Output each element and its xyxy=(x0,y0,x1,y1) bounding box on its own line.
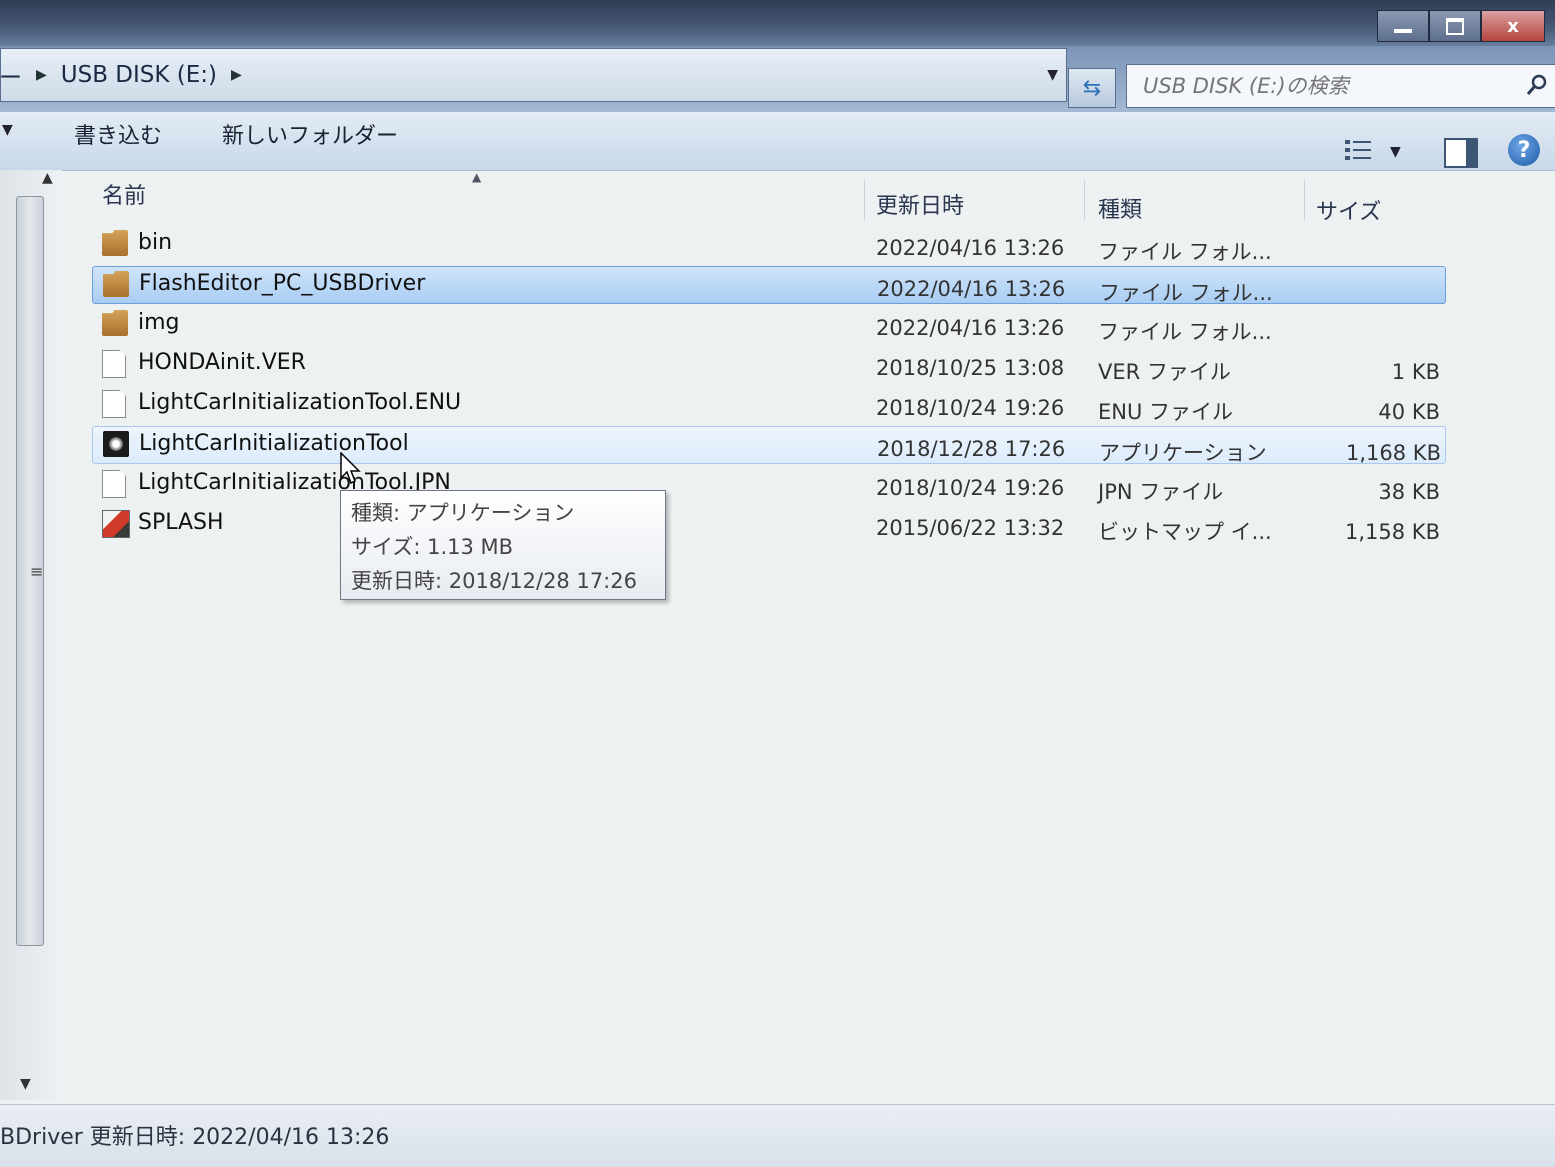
column-divider[interactable] xyxy=(1304,180,1305,220)
organize-dropdown-icon[interactable]: ▼ xyxy=(2,122,13,138)
help-icon[interactable]: ? xyxy=(1508,134,1540,166)
file-name: LightCarInitializationTool xyxy=(139,431,409,456)
file-date: 2018/10/25 13:08 xyxy=(876,356,1065,380)
sort-ascending-icon: ▲ xyxy=(472,170,482,184)
tooltip-date: 更新日時: 2018/12/28 17:26 xyxy=(351,569,637,593)
file-size: 1 KB xyxy=(1391,360,1440,384)
file-type: ファイル フォル... xyxy=(1098,240,1272,264)
vertical-scrollbar[interactable]: ▲ ≡ ▼ xyxy=(0,170,62,1100)
file-date: 2022/04/16 13:26 xyxy=(877,277,1066,301)
file-icon xyxy=(102,390,126,418)
file-size: 40 KB xyxy=(1378,400,1440,424)
minimize-button[interactable] xyxy=(1377,10,1429,42)
file-icon xyxy=(102,470,126,498)
address-bar[interactable]: ー ▶ USB DISK (E:) ▶ ▼ xyxy=(0,48,1067,102)
file-row-img[interactable]: img 2022/04/16 13:26 ファイル フォル... xyxy=(92,306,1444,344)
column-header-name[interactable]: 名前 xyxy=(102,178,146,210)
refresh-button[interactable]: ⇆ xyxy=(1068,68,1116,108)
application-icon xyxy=(103,431,129,457)
file-row-bin[interactable]: bin 2022/04/16 13:26 ファイル フォル... xyxy=(92,226,1444,264)
column-divider[interactable] xyxy=(1084,180,1085,220)
file-date: 2018/12/28 17:26 xyxy=(877,437,1066,461)
file-tooltip: 種類: アプリケーション サイズ: 1.13 MB 更新日時: 2018/12/… xyxy=(340,490,666,600)
file-name: LightCarInitializationTool.ENU xyxy=(138,390,462,415)
file-name: img xyxy=(138,310,180,335)
burn-button[interactable]: 書き込む xyxy=(74,118,162,150)
address-dropdown-icon[interactable]: ▼ xyxy=(1047,67,1058,83)
search-box[interactable] xyxy=(1126,64,1555,108)
new-folder-button[interactable]: 新しいフォルダー xyxy=(222,118,398,150)
file-type: ファイル フォル... xyxy=(1099,281,1273,305)
maximize-button[interactable] xyxy=(1429,10,1481,42)
search-input[interactable] xyxy=(1127,73,1525,99)
preview-pane-icon[interactable] xyxy=(1444,138,1478,168)
file-row-flasheditor[interactable]: FlashEditor_PC_USBDriver 2022/04/16 13:2… xyxy=(92,266,1446,305)
file-row-splash[interactable]: SPLASH 2015/06/22 13:32 ビットマップ イ... 1,15… xyxy=(92,506,1444,544)
scroll-down-icon[interactable]: ▼ xyxy=(20,1076,31,1092)
file-size: 38 KB xyxy=(1378,480,1440,504)
column-divider[interactable] xyxy=(864,180,865,220)
title-bar: x xyxy=(0,0,1555,48)
close-button[interactable]: x xyxy=(1481,10,1545,42)
file-type: VER ファイル xyxy=(1098,360,1231,384)
file-size: 1,158 KB xyxy=(1345,520,1440,544)
maximize-icon xyxy=(1446,17,1464,35)
file-size: 1,168 KB xyxy=(1346,441,1441,465)
refresh-icon: ⇆ xyxy=(1082,75,1102,101)
command-toolbar: ▼ 書き込む 新しいフォルダー ▼ ? xyxy=(0,112,1555,171)
column-headers: 名前 ▲ 更新日時 種類 サイズ xyxy=(62,170,1452,225)
bitmap-icon xyxy=(102,510,130,538)
file-name: FlashEditor_PC_USBDriver xyxy=(139,271,426,296)
tooltip-type: 種類: アプリケーション xyxy=(351,501,575,525)
file-name: bin xyxy=(138,230,173,255)
folder-icon xyxy=(103,271,129,297)
file-row-hondainit[interactable]: HONDAinit.VER 2018/10/25 13:08 VER ファイル … xyxy=(92,346,1444,384)
tooltip-size: サイズ: 1.13 MB xyxy=(351,535,514,559)
file-name: SPLASH xyxy=(138,510,224,535)
mouse-cursor-icon xyxy=(340,452,361,485)
scroll-up-icon[interactable]: ▲ xyxy=(42,170,53,186)
minimize-icon xyxy=(1394,29,1412,33)
breadcrumb-arrow-icon[interactable]: ▶ xyxy=(36,67,47,83)
file-type: アプリケーション xyxy=(1099,441,1267,465)
breadcrumb-current[interactable]: USB DISK (E:) xyxy=(61,62,217,88)
file-name: HONDAinit.VER xyxy=(138,350,306,375)
file-date: 2022/04/16 13:26 xyxy=(876,236,1065,260)
folder-icon xyxy=(102,230,128,256)
view-options-icon[interactable] xyxy=(1344,138,1374,162)
file-type: ENU ファイル xyxy=(1098,400,1234,424)
search-icon[interactable] xyxy=(1525,73,1549,97)
status-bar: BDriver 更新日時: 2022/04/16 13:26 xyxy=(0,1104,1555,1167)
file-type: ビットマップ イ... xyxy=(1098,520,1272,544)
breadcrumb-prefix: ー xyxy=(0,65,22,91)
file-row-enu[interactable]: LightCarInitializationTool.ENU 2018/10/2… xyxy=(92,386,1444,424)
file-row-jpn[interactable]: LightCarInitializationTool.JPN 2018/10/2… xyxy=(92,466,1444,504)
breadcrumb-arrow-icon[interactable]: ▶ xyxy=(231,67,242,83)
file-date: 2018/10/24 19:26 xyxy=(876,476,1065,500)
window-controls: x xyxy=(1377,10,1545,42)
column-header-type[interactable]: 種類 xyxy=(1098,192,1142,224)
file-date: 2022/04/16 13:26 xyxy=(876,316,1065,340)
column-header-date[interactable]: 更新日時 xyxy=(876,188,964,220)
file-icon xyxy=(102,350,126,378)
column-header-size[interactable]: サイズ xyxy=(1316,194,1381,226)
status-text: BDriver 更新日時: 2022/04/16 13:26 xyxy=(0,1125,390,1150)
file-date: 2015/06/22 13:32 xyxy=(876,516,1065,540)
view-dropdown-icon[interactable]: ▼ xyxy=(1390,144,1401,160)
folder-icon xyxy=(102,310,128,336)
file-type: JPN ファイル xyxy=(1098,480,1224,504)
file-date: 2018/10/24 19:26 xyxy=(876,396,1065,420)
address-row: ー ▶ USB DISK (E:) ▶ ▼ ⇆ xyxy=(0,46,1555,112)
close-icon: x xyxy=(1507,15,1519,37)
file-type: ファイル フォル... xyxy=(1098,320,1272,344)
file-row-application[interactable]: LightCarInitializationTool 2018/12/28 17… xyxy=(92,426,1446,465)
scroll-grip-icon: ≡ xyxy=(30,562,44,581)
